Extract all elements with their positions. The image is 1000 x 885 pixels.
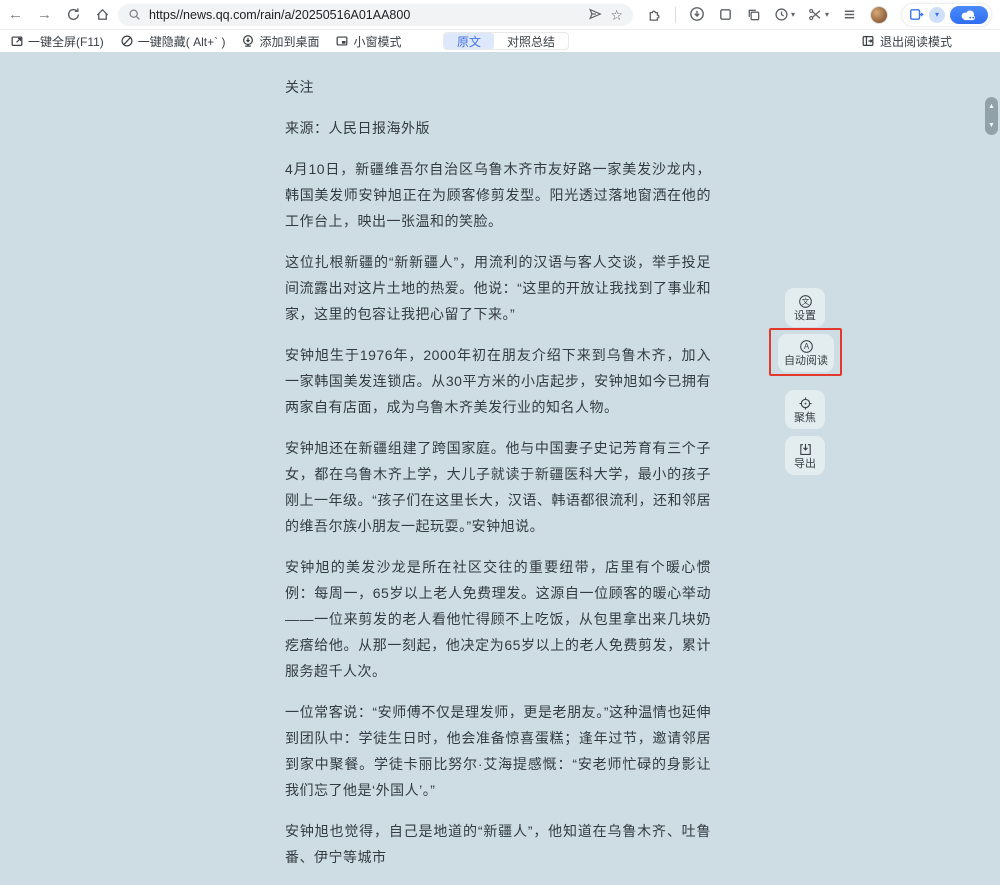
add-to-desktop-icon	[241, 34, 255, 48]
focus-mode-button[interactable]: 聚焦	[785, 390, 825, 429]
scroll-up-icon[interactable]: ▲	[988, 103, 995, 110]
follow-label: 关注	[285, 74, 711, 100]
scroll-stepper[interactable]: ▲ ▼	[985, 97, 998, 135]
address-bar[interactable]: https//news.qq.com/rain/a/20250516A01AA8…	[118, 4, 633, 26]
url-text[interactable]: https//news.qq.com/rain/a/20250516A01AA8…	[149, 8, 580, 22]
add-to-desktop-button[interactable]: 添加到桌面	[241, 33, 319, 50]
menu-icon[interactable]	[842, 6, 857, 24]
snip-caret-icon: ▾	[825, 10, 829, 19]
article-paragraph: 这位扎根新疆的“新新疆人”，用流利的汉语与客人交谈，举手投足间流露出对这片土地的…	[285, 249, 711, 327]
fullscreen-button[interactable]: 一键全屏(F11)	[10, 33, 104, 50]
screenshot-frame-icon[interactable]	[718, 6, 733, 24]
home-icon[interactable]	[95, 6, 110, 24]
article-source: 来源：人民日报海外版	[285, 115, 711, 141]
export-icon	[798, 442, 813, 457]
export-button[interactable]: 导出	[785, 436, 825, 475]
sidebar-panel-icon[interactable]	[909, 7, 924, 22]
article-paragraph: 一位常客说：“安师傅不仅是理发师，更是老朋友。”这种温情也延伸到团队中：学徒生日…	[285, 699, 711, 803]
auto-read-icon: A	[799, 339, 814, 354]
svg-text:文: 文	[801, 296, 809, 306]
assistant-dropdown[interactable]: ▾	[929, 7, 945, 23]
article-paragraph: 安钟旭生于1976年，2000年初在朋友介绍下来到乌鲁木齐，加入一家韩国美发连锁…	[285, 342, 711, 420]
font-settings-icon: 文	[798, 294, 813, 309]
article-paragraph: 4月10日，新疆维吾尔自治区乌鲁木齐市友好路一家美发沙龙内，韩国美发师安钟旭正在…	[285, 156, 711, 234]
chrome-action-icons: ▾ ▾ ▾	[647, 3, 992, 27]
reader-content: 关注 来源：人民日报海外版 4月10日，新疆维吾尔自治区乌鲁木齐市友好路一家美发…	[0, 52, 1000, 680]
eye-slash-icon	[120, 34, 134, 48]
article-paragraph: 安钟旭也觉得，自己是地道的“新疆人”，他知道在乌鲁木齐、吐鲁番、伊宁等城市	[285, 818, 711, 870]
fullscreen-icon	[10, 34, 24, 48]
exit-reading-mode-button[interactable]: 退出阅读模式	[861, 30, 952, 52]
reader-toolbar: 一键全屏(F11) 一键隐藏( Alt+` ) 添加到桌面 小窗模式 原文 对照…	[0, 30, 1000, 52]
cloud-sync-button[interactable]	[950, 6, 988, 24]
tab-original[interactable]: 原文	[444, 33, 494, 49]
back-icon[interactable]: ←	[8, 7, 23, 22]
profile-avatar[interactable]	[870, 6, 888, 24]
reload-icon[interactable]	[66, 6, 81, 24]
forward-icon[interactable]: →	[37, 7, 52, 22]
tab-compare-summary[interactable]: 对照总结	[494, 33, 568, 49]
assistant-pill: ▾	[901, 3, 992, 27]
article-paragraph: 安钟旭还在新疆组建了跨国家庭。他与中国妻子史记芳育有三个子女，都在乌鲁木齐上学，…	[285, 435, 711, 539]
hide-button[interactable]: 一键隐藏( Alt+` )	[120, 33, 226, 50]
article-body: 关注 来源：人民日报海外版 4月10日，新疆维吾尔自治区乌鲁木齐市友好路一家美发…	[285, 74, 711, 885]
scroll-down-icon[interactable]: ▼	[988, 122, 995, 129]
send-to-device-icon[interactable]	[588, 6, 602, 24]
svg-text:A: A	[803, 342, 809, 351]
auto-read-button[interactable]: A 自动阅读	[778, 334, 834, 372]
reader-settings-button[interactable]: 文 设置	[785, 288, 825, 327]
snip-tool-menu[interactable]: ▾	[808, 7, 829, 22]
download-icon[interactable]	[689, 6, 705, 24]
exit-reading-icon	[861, 34, 875, 48]
duplicate-tabs-icon[interactable]	[746, 6, 761, 24]
article-paragraph: 安钟旭的美发沙龙是所在社区交往的重要纽带，店里有个暖心惯例：每周一，65岁以上老…	[285, 554, 711, 684]
nav-controls: ← →	[8, 6, 110, 24]
history-menu[interactable]: ▾	[774, 7, 795, 22]
history-caret-icon: ▾	[791, 10, 795, 19]
browser-chrome: ← → https//news.qq.com/rain/a/20250516A0…	[0, 0, 1000, 30]
reader-view-tabs: 原文 对照总结	[443, 32, 569, 50]
toolbar-divider	[675, 7, 676, 23]
extensions-icon[interactable]	[647, 6, 662, 24]
search-icon	[128, 6, 141, 24]
mini-window-icon	[335, 34, 349, 48]
bookmark-star-icon[interactable]: ☆	[610, 8, 623, 22]
focus-target-icon	[798, 396, 813, 411]
mini-window-button[interactable]: 小窗模式	[335, 33, 401, 50]
